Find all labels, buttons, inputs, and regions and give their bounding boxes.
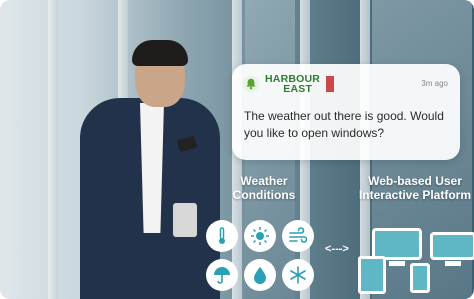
bell-icon [242, 75, 260, 93]
tablet-device [358, 256, 386, 294]
platform-label: Web-based User Interactive Platform [358, 174, 472, 202]
phone-device [410, 263, 430, 293]
brand-mark-icon [326, 76, 335, 92]
water-drop-icon [244, 259, 276, 291]
laptop-screen [430, 232, 474, 266]
promo-banner: HARBOUR EAST 3m ago The weather out ther… [0, 0, 474, 299]
person-hair [132, 40, 188, 66]
person-shirt [140, 103, 164, 233]
brand-line2: EAST [283, 83, 313, 95]
harbour-east-logo: HARBOUR EAST [242, 74, 335, 94]
connector-arrow: <---> [325, 243, 349, 255]
brand-name: HARBOUR EAST [265, 74, 320, 95]
notification-time: 3m ago [421, 79, 448, 88]
coffee-cup [173, 203, 197, 237]
snowflake-icon [282, 259, 314, 291]
sun-icon [244, 220, 276, 252]
thermometer-icon [206, 220, 238, 252]
weather-conditions-label: Weather Conditions [232, 174, 296, 202]
notification-card[interactable]: HARBOUR EAST 3m ago The weather out ther… [232, 64, 460, 160]
wind-icon [282, 220, 314, 252]
umbrella-icon [206, 259, 238, 291]
notification-message: The weather out there is good. Would you… [244, 109, 444, 140]
window-frame [48, 0, 58, 299]
